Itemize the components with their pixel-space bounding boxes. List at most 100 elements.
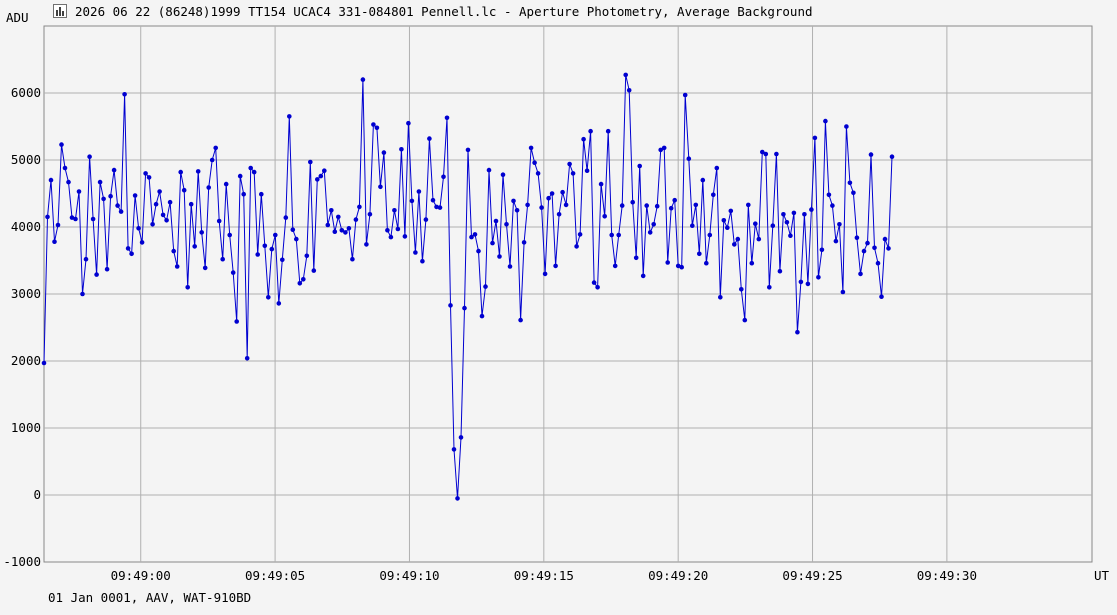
data-point <box>637 163 642 169</box>
data-point <box>139 240 145 245</box>
data-point <box>535 171 541 176</box>
data-point <box>153 201 159 207</box>
data-point <box>532 160 537 165</box>
data-point <box>518 317 523 323</box>
data-point <box>364 242 369 247</box>
data-point <box>315 177 320 182</box>
data-point <box>174 264 180 269</box>
data-point <box>441 174 446 180</box>
data-point <box>570 171 576 176</box>
data-point <box>406 120 411 126</box>
data-point <box>220 256 225 262</box>
data-point <box>479 313 485 319</box>
data-point <box>707 232 713 238</box>
data-point <box>343 230 348 235</box>
data-point <box>308 159 313 165</box>
data-point <box>409 198 415 204</box>
data-point <box>672 197 677 203</box>
data-point <box>602 214 607 219</box>
data-point <box>311 268 317 273</box>
y-tick-label: 2000 <box>11 353 41 368</box>
data-point <box>616 232 621 238</box>
data-point <box>332 229 338 234</box>
data-point <box>879 294 884 300</box>
data-point <box>640 273 646 279</box>
y-tick-label: 1000 <box>11 420 41 435</box>
data-point <box>500 172 506 177</box>
data-point <box>728 208 734 214</box>
data-point <box>875 260 881 266</box>
data-point <box>48 177 54 183</box>
data-point <box>423 217 429 222</box>
x-tick-label: 09:49:20 <box>648 568 708 583</box>
x-axis-label: UT <box>1094 568 1110 583</box>
data-point <box>886 246 891 251</box>
data-point <box>711 192 716 198</box>
data-point <box>483 284 488 289</box>
data-point <box>199 230 204 235</box>
data-point <box>378 184 383 190</box>
data-point <box>542 271 548 277</box>
data-point <box>472 232 478 237</box>
data-point <box>651 222 656 227</box>
data-point <box>546 195 551 201</box>
data-point <box>756 236 762 242</box>
data-point <box>872 245 877 251</box>
data-point <box>385 228 390 233</box>
data-point <box>259 191 264 197</box>
data-point <box>101 196 106 202</box>
data-point <box>150 222 155 227</box>
y-axis-label: ADU <box>6 10 29 25</box>
data-point <box>798 279 804 285</box>
data-point <box>514 208 520 213</box>
data-point <box>329 208 334 213</box>
data-point <box>739 287 744 292</box>
data-point <box>633 255 639 261</box>
data-point <box>164 218 169 223</box>
data-point <box>353 217 359 222</box>
data-point <box>430 197 436 203</box>
data-point <box>346 226 352 231</box>
data-point <box>336 214 341 220</box>
data-point <box>567 161 572 167</box>
data-point <box>679 264 684 270</box>
data-point <box>574 244 579 249</box>
data-point <box>325 222 331 228</box>
data-point <box>87 154 92 159</box>
data-point <box>276 301 282 306</box>
data-point <box>125 246 131 251</box>
data-point <box>690 223 695 228</box>
data-point <box>770 223 776 228</box>
data-point <box>90 216 96 222</box>
data-point <box>301 277 306 282</box>
data-point <box>290 227 296 232</box>
data-point <box>826 192 832 198</box>
data-point <box>732 242 737 247</box>
data-point <box>244 356 250 361</box>
data-point <box>511 198 516 204</box>
data-point <box>598 181 604 187</box>
data-point <box>318 173 324 179</box>
data-point <box>178 169 183 175</box>
data-point <box>588 128 593 134</box>
y-tick-label: 4000 <box>11 219 41 234</box>
data-point <box>714 165 720 171</box>
data-point <box>746 202 751 208</box>
data-point <box>437 205 443 210</box>
data-point <box>718 295 723 300</box>
data-point <box>357 204 362 210</box>
data-point <box>241 191 246 197</box>
data-point <box>486 167 492 173</box>
data-point <box>227 232 232 238</box>
data-point <box>52 239 57 244</box>
data-point <box>143 171 148 176</box>
data-point <box>686 156 692 161</box>
data-point <box>753 221 758 226</box>
data-point <box>297 281 303 286</box>
data-point <box>399 147 404 152</box>
data-point <box>476 248 481 254</box>
data-point <box>234 319 239 324</box>
data-point <box>819 247 825 253</box>
data-point <box>104 266 110 272</box>
data-point <box>847 180 853 186</box>
